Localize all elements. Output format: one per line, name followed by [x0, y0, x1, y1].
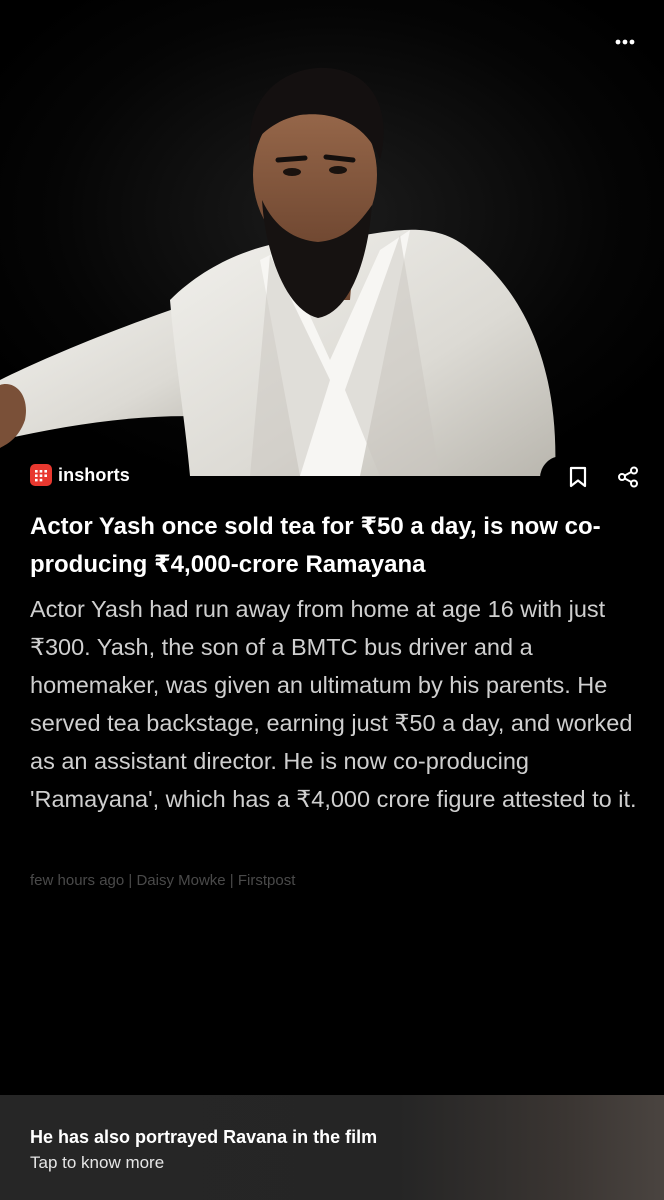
- article-body: Actor Yash had run away from home at age…: [30, 596, 637, 812]
- article-byline: few hours ago | Daisy Mowke | Firstpost: [30, 872, 296, 889]
- hero-image: [0, 0, 664, 476]
- bookmark-icon: [569, 466, 587, 488]
- bookmark-button[interactable]: [566, 465, 590, 489]
- share-button[interactable]: [616, 465, 640, 489]
- action-bar: [540, 456, 664, 498]
- share-icon: [618, 466, 638, 488]
- know-more-banner[interactable]: He has also portrayed Ravana in the film…: [0, 1095, 664, 1200]
- banner-subtitle: Tap to know more: [30, 1153, 165, 1172]
- inshorts-logo-icon: [30, 464, 52, 486]
- more-horizontal-icon: [615, 39, 635, 45]
- banner-title: He has also portrayed Ravana in the film: [30, 1127, 378, 1147]
- brand-row: inshorts: [0, 456, 664, 498]
- more-options-button[interactable]: [608, 28, 642, 56]
- article-headline: Actor Yash once sold tea for ₹50 a day, …: [30, 513, 601, 578]
- brand: inshorts: [30, 464, 130, 486]
- brand-name: inshorts: [58, 464, 130, 485]
- hero-image-illustration: [0, 0, 664, 476]
